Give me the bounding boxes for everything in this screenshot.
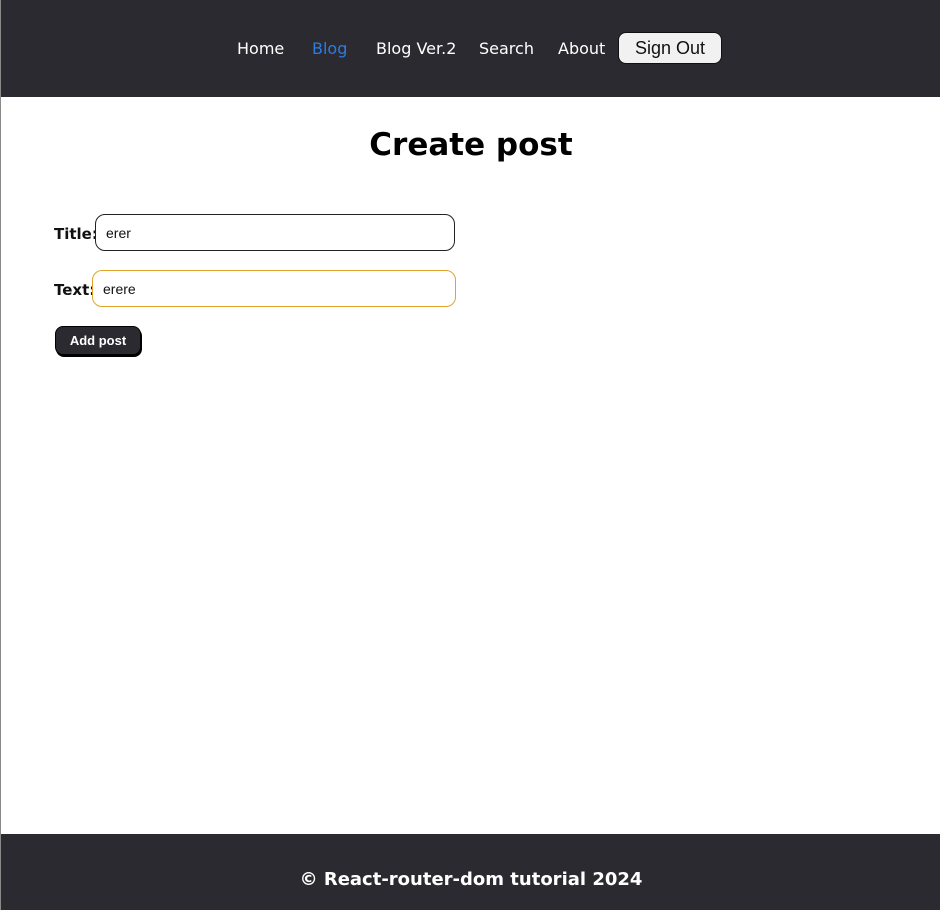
- page: Home Blog Blog Ver.2 Search About Sign O…: [0, 0, 940, 910]
- text-label: Text:: [54, 281, 96, 299]
- nav-link-search[interactable]: Search: [479, 39, 534, 59]
- title-input[interactable]: [95, 214, 455, 251]
- nav-link-blog[interactable]: Blog: [312, 39, 347, 59]
- nav-link-blog-ver2[interactable]: Blog Ver.2: [376, 39, 456, 59]
- top-nav: Home Blog Blog Ver.2 Search About Sign O…: [1, 0, 940, 97]
- nav-link-about[interactable]: About: [558, 39, 605, 59]
- title-label: Title:: [54, 225, 98, 243]
- site-footer: © React-router-dom tutorial 2024: [1, 834, 940, 910]
- nav-link-home[interactable]: Home: [237, 39, 284, 59]
- footer-copyright: © React-router-dom tutorial 2024: [299, 869, 643, 890]
- sign-out-button[interactable]: Sign Out: [618, 32, 722, 64]
- text-input[interactable]: [92, 270, 456, 307]
- page-title: Create post: [369, 127, 573, 163]
- add-post-button[interactable]: Add post: [55, 326, 141, 355]
